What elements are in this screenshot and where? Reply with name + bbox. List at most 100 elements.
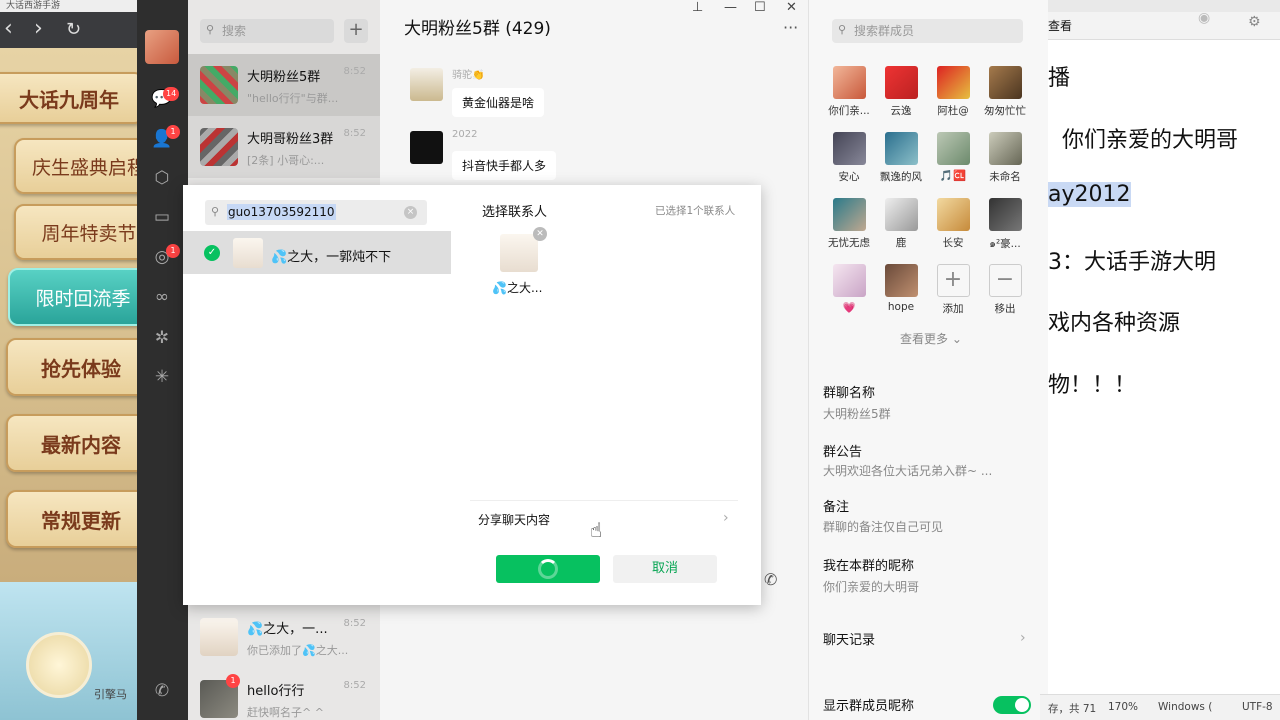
- group-member[interactable]: 长安: [927, 198, 979, 250]
- forward-icon[interactable]: ›: [34, 16, 43, 41]
- member-name: 你们亲...: [828, 105, 870, 117]
- group-member[interactable]: 你们亲...: [823, 66, 875, 118]
- contact-search-input[interactable]: guo13703592110: [205, 200, 427, 225]
- reload-icon[interactable]: ↻: [66, 19, 81, 40]
- member-search-input[interactable]: 搜索群成员: [832, 19, 1023, 43]
- chat-list-item[interactable]: 大明哥粉丝3群 8:52 [2条] 小哥心:...: [188, 116, 380, 178]
- box-icon[interactable]: ⬡: [151, 167, 173, 189]
- group-notice-value[interactable]: 大明欢迎各位大话兄弟入群~ ...: [823, 462, 992, 479]
- show-nickname-toggle[interactable]: [993, 696, 1031, 714]
- member-avatar: [832, 66, 866, 99]
- selected-contact-avatar: [500, 234, 538, 272]
- group-member[interactable]: 未命名: [979, 132, 1031, 184]
- doc-line-selected: ay2012: [1048, 182, 1131, 207]
- settings-icon[interactable]: ⚙: [1248, 14, 1261, 30]
- member-name: hope: [887, 301, 915, 313]
- view-more-label: 查看更多: [900, 332, 949, 346]
- game-menu-item-3[interactable]: 抢先体验: [6, 338, 137, 396]
- group-member[interactable]: 安心: [823, 132, 875, 184]
- chevron-down-icon: ⌄: [951, 332, 962, 346]
- game-menu-item-2[interactable]: 限时回流季: [8, 268, 137, 326]
- search-icon: ⚲: [211, 205, 220, 218]
- dialog-title: 选择联系人: [482, 205, 548, 220]
- member-avatar: [988, 66, 1022, 99]
- game-menu-item-5[interactable]: 常规更新: [6, 490, 137, 548]
- message-bubble: 黄金仙器是啥: [452, 88, 545, 117]
- add-chat-button[interactable]: +: [344, 19, 368, 43]
- group-name-value[interactable]: 大明粉丝5群: [823, 405, 891, 422]
- group-member[interactable]: 阿杜@: [927, 66, 979, 118]
- group-member[interactable]: ๑²豪...: [979, 198, 1031, 252]
- chat-list-item[interactable]: 💦之大，一... 8:52 你已添加了💦之大...: [188, 606, 380, 668]
- member-name: 鹿: [895, 237, 907, 249]
- sparkle-icon[interactable]: ✳: [151, 366, 173, 388]
- remark-label: 备注: [823, 500, 850, 515]
- member-name: 💗: [842, 302, 856, 314]
- game-menu-item-1[interactable]: 周年特卖节: [14, 204, 137, 260]
- my-avatar[interactable]: [145, 30, 179, 64]
- member-avatar: [988, 198, 1022, 231]
- view-more-members-link[interactable]: 查看更多 ⌄: [900, 330, 962, 347]
- group-member[interactable]: 无忧无虑: [823, 198, 875, 250]
- group-member[interactable]: 🎵🆑: [927, 132, 979, 182]
- miniprogram-icon[interactable]: ✲: [151, 327, 173, 349]
- member-avatar: [832, 132, 866, 165]
- remove-member-button[interactable]: − 移出: [979, 264, 1031, 316]
- chat-list-item[interactable]: 1 hello行行 8:52 赶快啊名子^ ^: [188, 668, 380, 720]
- group-member[interactable]: 鹿: [875, 198, 927, 250]
- result-name: 💦之大，一郭炖不下: [271, 250, 392, 265]
- chat-history-link[interactable]: 聊天记录: [823, 629, 875, 648]
- group-member[interactable]: 云逸: [875, 66, 927, 118]
- game-bottom-text: 引擎马: [94, 688, 127, 701]
- group-member[interactable]: 飘逸的风: [875, 132, 927, 184]
- message-sender: 骑驼👏: [452, 70, 485, 81]
- chat-name: 大明哥粉丝3群: [247, 132, 334, 147]
- chat-preview: [2条] 小哥心:...: [247, 154, 325, 167]
- phone-icon[interactable]: ✆: [151, 680, 173, 702]
- chat-preview: 赶快啊名子^ ^: [247, 706, 324, 719]
- member-avatar: [884, 66, 918, 99]
- chat-name: hello行行: [247, 684, 305, 699]
- chat-search-input[interactable]: 搜索: [200, 19, 334, 43]
- share-chat-content-option[interactable]: 分享聊天内容: [478, 511, 550, 528]
- game-menu-item-0[interactable]: 庆生盛典启程: [14, 138, 137, 194]
- member-avatar: [936, 66, 970, 99]
- clear-search-icon[interactable]: ×: [404, 206, 417, 219]
- view-menu[interactable]: 查看: [1048, 17, 1072, 34]
- doc-line: 你们亲爱的大明哥: [1062, 128, 1239, 153]
- cancel-button[interactable]: 取消: [613, 555, 717, 583]
- pin-icon[interactable]: ⊥: [692, 0, 703, 15]
- game-menu-item-4[interactable]: 最新内容: [6, 414, 137, 472]
- group-notice-label: 群公告: [823, 445, 863, 460]
- my-nickname-value[interactable]: 你们亲爱的大明哥: [823, 578, 919, 595]
- call-icon[interactable]: ✆: [764, 570, 777, 589]
- member-name: 匆匆忙忙: [984, 105, 1026, 117]
- remove-selected-icon[interactable]: ✕: [533, 227, 547, 241]
- contact-search-value: guo13703592110: [227, 204, 336, 220]
- member-avatar: [832, 264, 866, 297]
- moments-badge: 1: [166, 244, 180, 258]
- minimize-icon[interactable]: —: [724, 0, 737, 15]
- chat-unread-badge: 1: [226, 674, 240, 688]
- channels-icon[interactable]: ∞: [151, 286, 173, 308]
- chat-avatar: [200, 66, 238, 104]
- message-avatar[interactable]: [410, 131, 443, 164]
- member-name: 🎵🆑: [939, 170, 967, 182]
- group-member[interactable]: hope: [875, 264, 927, 313]
- chat-title: 大明粉丝5群 (429): [404, 19, 551, 39]
- text-document: [1048, 0, 1280, 720]
- add-member-button[interactable]: + 添加: [927, 264, 979, 316]
- folder-icon[interactable]: ▭: [151, 206, 173, 228]
- group-member[interactable]: 💗: [823, 264, 875, 314]
- maximize-icon[interactable]: ☐: [754, 0, 766, 15]
- chat-list-item[interactable]: 大明粉丝5群 8:52 "hello行行"与群...: [188, 54, 380, 116]
- game-title-button[interactable]: 大话九周年: [0, 72, 137, 124]
- back-icon[interactable]: ‹: [4, 16, 13, 41]
- group-member[interactable]: 匆匆忙忙: [979, 66, 1031, 118]
- message-avatar[interactable]: [410, 68, 443, 101]
- doc-menu-bar: 查看: [1048, 12, 1280, 40]
- chat-more-button[interactable]: ···: [783, 18, 798, 37]
- close-icon[interactable]: ✕: [786, 0, 797, 15]
- checkmark-icon[interactable]: ✓: [204, 245, 220, 261]
- remark-value[interactable]: 群聊的备注仅自己可见: [823, 518, 943, 535]
